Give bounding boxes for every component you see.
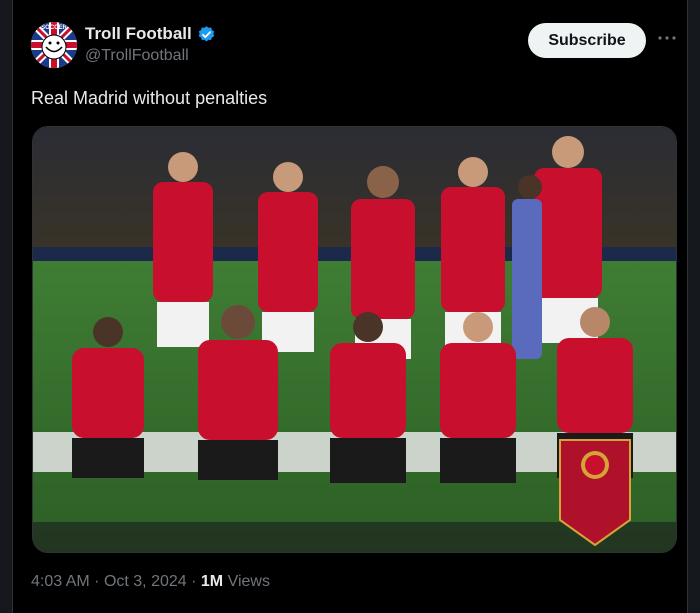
- tweet-time[interactable]: 4:03 AM: [31, 573, 90, 590]
- author-avatar[interactable]: SOCCER: [31, 22, 77, 68]
- meta-separator-2: ·: [191, 573, 197, 590]
- tweet-meta: 4:03 AM · Oct 3, 2024 · 1M Views: [31, 573, 270, 591]
- author-handle[interactable]: @TrollFootball: [85, 47, 189, 65]
- subscribe-button[interactable]: Subscribe: [528, 23, 646, 58]
- more-options-icon[interactable]: [655, 26, 679, 50]
- avatar-text: SOCCER: [41, 25, 67, 31]
- verified-badge-icon: [198, 25, 214, 41]
- troll-face-union-jack-icon: SOCCER: [31, 22, 77, 68]
- tweet-date[interactable]: Oct 3, 2024: [104, 573, 187, 590]
- tweet-text: Real Madrid without penalties: [31, 88, 268, 108]
- views-count: 1M: [200, 573, 224, 590]
- tweet-image[interactable]: [32, 126, 677, 553]
- meta-separator: ·: [94, 573, 100, 590]
- views-label: Views: [227, 573, 270, 590]
- author-name[interactable]: Troll Football: [85, 24, 192, 44]
- tweet-card: SOCCER Troll Football @TrollFootball Sub…: [12, 0, 688, 613]
- author-name-row[interactable]: Troll Football: [85, 24, 216, 44]
- team-photo: [33, 127, 676, 552]
